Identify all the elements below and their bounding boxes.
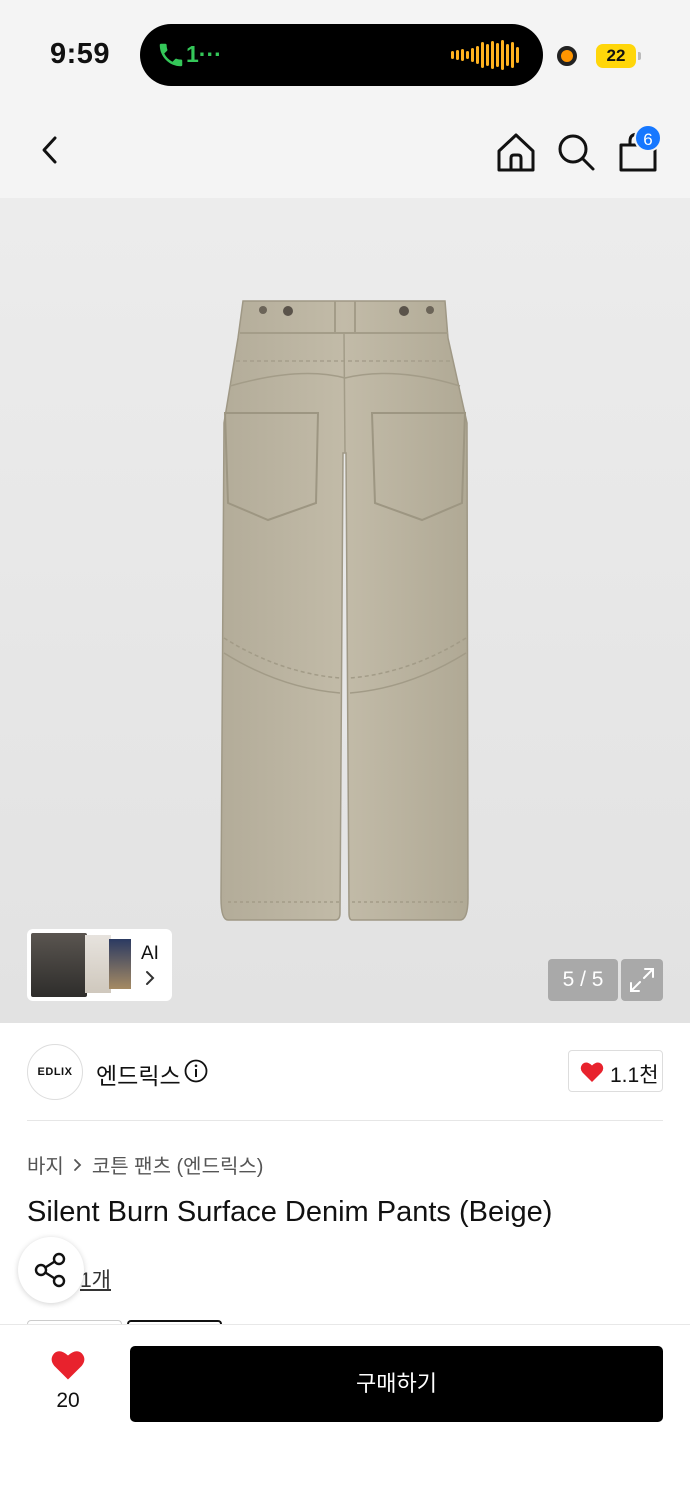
- wishlist-count: 20: [56, 1389, 80, 1412]
- expand-image-button[interactable]: [621, 959, 663, 1001]
- product-image-gallery[interactable]: [0, 198, 690, 1023]
- recording-indicator: [557, 46, 577, 66]
- ai-label: AI: [141, 943, 159, 964]
- breadcrumb: 바지 코튼 팬츠 (엔드릭스): [27, 1150, 263, 1179]
- product-title: Silent Burn Surface Denim Pants (Beige): [27, 1196, 553, 1228]
- image-counter: 5 / 5: [548, 959, 618, 1001]
- breadcrumb-category[interactable]: 바지: [27, 1150, 64, 1179]
- brand-name[interactable]: 엔드릭스: [96, 1057, 181, 1091]
- share-button[interactable]: [18, 1237, 84, 1303]
- cart-count-badge: 6: [634, 124, 662, 152]
- top-nav-bar: [0, 104, 690, 198]
- phone-icon: [159, 43, 183, 67]
- home-icon[interactable]: [494, 130, 538, 174]
- product-detail-page: 9:59 1··· 22 6 AI 5 / 5 EDLIX 엔드릭스 1.1천 …: [0, 0, 690, 1500]
- share-icon: [34, 1252, 66, 1288]
- brand-like-count: 1.1천: [610, 1064, 659, 1087]
- review-count-link[interactable]: 1개: [80, 1264, 111, 1294]
- battery-indicator: 22: [596, 44, 636, 68]
- buy-button[interactable]: 구매하기: [130, 1346, 663, 1422]
- back-arrow-icon[interactable]: [30, 128, 74, 172]
- call-duration: 1···: [186, 41, 222, 67]
- breadcrumb-subcategory[interactable]: 코튼 팬츠 (엔드릭스): [92, 1150, 264, 1179]
- ai-thumbnail: [31, 933, 87, 997]
- product-photo: [220, 300, 469, 921]
- status-bar: 9:59 1··· 22: [0, 0, 690, 104]
- chevron-right-icon: [146, 971, 155, 985]
- heart-icon: [580, 1062, 604, 1082]
- brand-logo[interactable]: EDLIX: [27, 1044, 83, 1100]
- status-time: 9:59: [50, 38, 111, 70]
- search-icon[interactable]: [554, 130, 598, 174]
- waveform-icon: [451, 40, 519, 70]
- ai-thumbnail: [109, 939, 131, 989]
- brand-like-button[interactable]: 1.1천: [568, 1050, 663, 1092]
- dynamic-island[interactable]: 1···: [140, 24, 543, 86]
- expand-icon: [630, 968, 654, 992]
- ai-styling-card[interactable]: AI: [27, 929, 172, 1001]
- chevron-right-icon: [73, 1158, 82, 1171]
- bottom-action-bar: 20 구매하기: [0, 1324, 690, 1500]
- divider: [27, 1120, 663, 1121]
- battery-tip: [638, 52, 641, 60]
- ai-thumbnail: [85, 935, 111, 993]
- heart-icon[interactable]: [50, 1349, 86, 1381]
- info-icon[interactable]: [184, 1059, 208, 1083]
